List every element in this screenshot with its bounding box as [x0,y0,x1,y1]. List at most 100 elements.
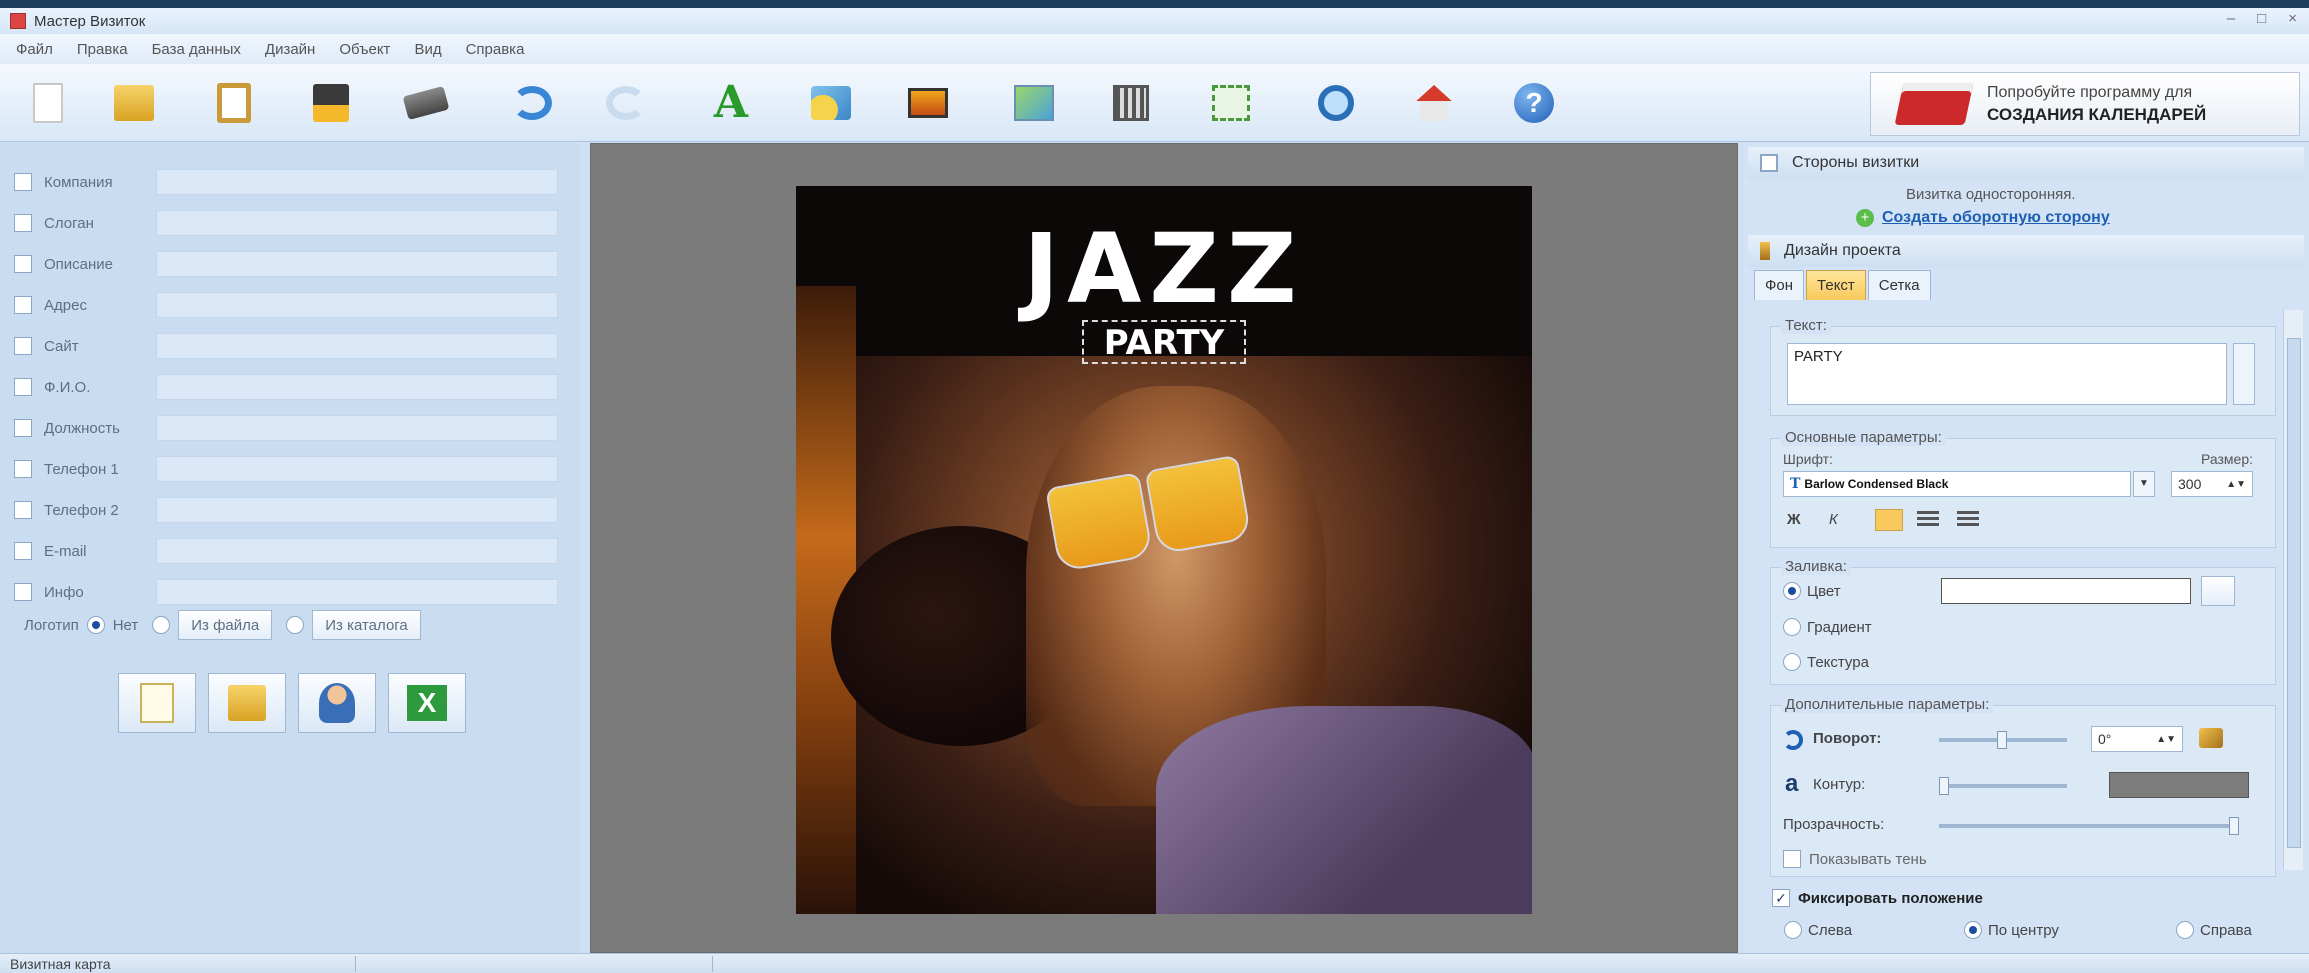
slider-handle[interactable] [1939,777,1949,795]
slider-handle[interactable] [1997,731,2007,749]
phone2-input[interactable] [156,497,558,523]
card-subtitle-text[interactable]: PARTY [1082,320,1246,364]
app-icon [10,13,26,29]
phone1-checkbox[interactable] [14,460,32,478]
align-right-icon[interactable] [1957,511,1979,529]
promo-banner[interactable]: Попробуйте программу для СОЗДАНИЯ КАЛЕНД… [1870,72,2300,136]
help-button[interactable]: ? [1508,78,1560,128]
open-data-button[interactable] [208,673,286,733]
tab-grid[interactable]: Сетка [1867,270,1931,300]
menu-design[interactable]: Дизайн [265,41,315,58]
create-back-link[interactable]: Создать оборотную сторону [1882,209,2110,227]
redo-button[interactable] [600,78,652,128]
eyedropper-icon[interactable] [2201,576,2235,606]
size-stepper[interactable]: 300 ▲▼ [2171,471,2253,497]
reset-rotation-icon[interactable] [2199,728,2223,748]
transparency-slider[interactable] [1939,817,2239,835]
fill-color-radio[interactable] [1783,582,1801,600]
phone1-input[interactable] [156,456,558,482]
save-button[interactable] [305,78,357,128]
tab-text[interactable]: Текст [1806,270,1866,300]
menu-help[interactable]: Справка [466,41,525,58]
logo-catalog-radio[interactable] [286,616,305,634]
address-input[interactable] [156,292,558,318]
email-input[interactable] [156,538,558,564]
menu-database[interactable]: База данных [152,41,241,58]
undo-icon [512,86,552,120]
add-text-button[interactable]: A [705,78,757,128]
shadow-checkbox[interactable] [1783,850,1801,868]
menu-view[interactable]: Вид [414,41,441,58]
text-value-input[interactable]: PARTY [1787,343,2227,405]
address-checkbox[interactable] [14,296,32,314]
add-image-button[interactable] [902,78,954,128]
fill-gradient-radio[interactable] [1783,618,1801,636]
logo-from-file-button[interactable]: Из файла [178,610,273,640]
add-shape-button[interactable] [805,78,857,128]
logo-file-radio[interactable] [152,616,171,634]
description-checkbox[interactable] [14,255,32,273]
new-button[interactable] [22,78,74,128]
fill-texture-radio[interactable] [1783,653,1801,671]
rotation-slider[interactable] [1939,731,2067,749]
excel-import-button[interactable]: X [388,673,466,733]
contour-color-swatch[interactable] [2109,772,2249,798]
fill-color-swatch[interactable] [1941,578,2191,604]
home-button[interactable] [1408,78,1460,128]
panel-scrollbar[interactable] [2283,310,2303,870]
slogan-input[interactable] [156,210,558,236]
email-checkbox[interactable] [14,542,32,560]
contour-slider[interactable] [1939,777,2067,795]
name-input[interactable] [156,374,558,400]
check-icon[interactable]: ✓ [1772,889,1790,907]
undo-button[interactable] [506,78,558,128]
company-input[interactable] [156,169,558,195]
align-center-radio[interactable] [1964,921,1982,939]
phone2-checkbox[interactable] [14,501,32,519]
bold-button[interactable]: Ж [1787,511,1801,528]
paste-button[interactable] [208,78,260,128]
open-button[interactable] [108,78,160,128]
menu-file[interactable]: Файл [16,41,53,58]
info-input[interactable] [156,579,558,605]
site-checkbox[interactable] [14,337,32,355]
position-input[interactable] [156,415,558,441]
name-checkbox[interactable] [14,378,32,396]
chevron-down-icon[interactable]: ▼ [2133,471,2155,497]
info-checkbox[interactable] [14,583,32,601]
zoom-button[interactable] [1310,78,1362,128]
slider-handle[interactable] [2229,817,2239,835]
logo-from-catalog-button[interactable]: Из каталога [312,610,421,640]
tab-background[interactable]: Фон [1754,270,1805,300]
business-card-preview[interactable]: JAZZ PARTY [796,186,1532,914]
menu-object[interactable]: Объект [339,41,390,58]
align-right-radio[interactable] [2176,921,2194,939]
maximize-icon[interactable]: □ [2257,10,2266,27]
font-select[interactable]: T Barlow Condensed Black [1783,471,2131,497]
rotation-stepper[interactable]: 0° ▲▼ [2091,726,2183,752]
menu-edit[interactable]: Правка [77,41,128,58]
italic-button[interactable]: К [1829,511,1838,528]
add-qr-button[interactable] [1105,78,1157,128]
align-left-icon[interactable] [1875,509,1903,531]
close-icon[interactable]: × [2288,10,2297,27]
qr-code-icon [1113,85,1149,121]
align-left-radio[interactable] [1784,921,1802,939]
position-checkbox[interactable] [14,419,32,437]
company-checkbox[interactable] [14,173,32,191]
text-scrollbar[interactable] [2233,343,2255,405]
add-map-button[interactable] [1008,78,1060,128]
capture-button[interactable] [1205,78,1257,128]
description-input[interactable] [156,251,558,277]
print-button[interactable] [400,78,452,128]
edit-fields-button[interactable] [118,673,196,733]
logo-none-radio[interactable] [86,616,105,634]
slogan-checkbox[interactable] [14,214,32,232]
site-input[interactable] [156,333,558,359]
minimize-icon[interactable]: – [2227,10,2235,27]
card-title-text[interactable]: JAZZ [796,214,1532,324]
scrollbar-thumb[interactable] [2287,338,2301,848]
align-center-icon[interactable] [1917,511,1939,529]
card-canvas[interactable]: JAZZ PARTY [590,143,1738,953]
contacts-button[interactable] [298,673,376,733]
